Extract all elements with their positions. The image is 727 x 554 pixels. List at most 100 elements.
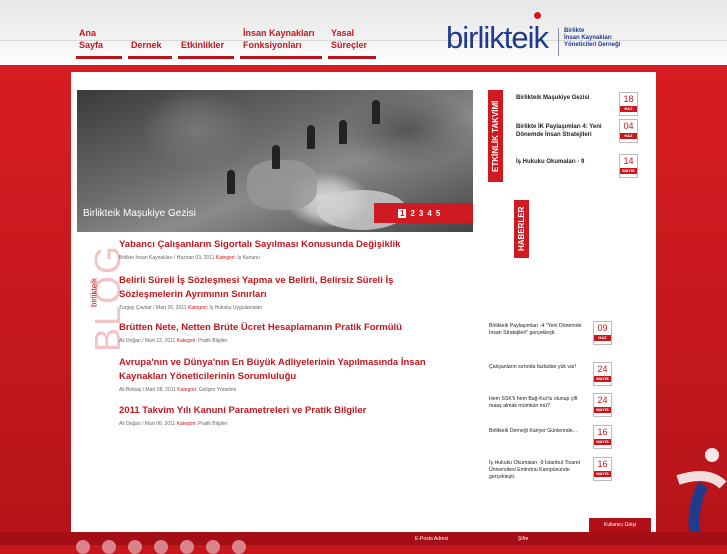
post-title[interactable]: Yabancı Çalışanların Sigortalı Sayılması… (119, 238, 459, 252)
news-month: HAZ (594, 335, 611, 341)
hero-photo-person (339, 120, 347, 144)
news-day: 16 (597, 427, 608, 437)
news-item[interactable]: Birlikteik Derneği Kariyer Günlerinde... (489, 428, 589, 435)
events-calendar-tab[interactable]: ETKİNLİK TAKVİMİ (488, 90, 503, 182)
social-icon[interactable] (154, 540, 168, 554)
news-date: 09 HAZ (593, 321, 612, 345)
event-day: 04 (623, 121, 634, 131)
social-icon[interactable] (76, 540, 90, 554)
hero-page-5[interactable]: 5 (436, 209, 440, 218)
blog-post: Belirli Süreli İş Sözleşmesi Yapma ve Be… (119, 274, 459, 311)
post-title[interactable]: Brütten Nete, Netten Brüte Ücret Hesapla… (119, 321, 459, 335)
nav-item-legal[interactable]: Yasal Süreçler (328, 27, 376, 59)
post-category-label: Kategori: (215, 255, 236, 261)
news-day: 24 (597, 395, 608, 405)
nav-item-association[interactable]: Dernek (128, 27, 172, 59)
logo-subtitle: Birlikte İnsan Kaynakları Yöneticileri D… (564, 28, 621, 48)
event-day: 14 (623, 156, 634, 166)
news-item[interactable]: İş Hukuku Okumaları -9 İstanbul Ticaret … (489, 460, 589, 481)
news-month: MAYIS (594, 376, 611, 382)
news-month: MAYIS (594, 439, 611, 445)
news-item[interactable]: Hem SSK'lı hem Bağ-Kur'lu olunup çift ma… (489, 396, 589, 410)
news-item[interactable]: Çalışanların sırtında fazladan yük var! (489, 364, 589, 371)
hero-pager: 1 2 3 4 5 (374, 203, 473, 223)
news-month: MAYIS (594, 471, 611, 477)
news-date: 24 MAYIS (593, 362, 612, 386)
event-month: MAYIS (620, 168, 637, 174)
news-tab[interactable]: HABERLER (514, 200, 529, 258)
blog-post: Avrupa'nın ve Dünya'nın En Büyük Adliyel… (119, 356, 459, 393)
post-title[interactable]: Belirli Süreli İş Sözleşmesi Yapma ve Be… (119, 274, 459, 302)
post-category[interactable]: İş Hukuku Uygulamaları (209, 305, 262, 311)
social-icon[interactable] (232, 540, 246, 554)
news-date: 16 MAYIS (593, 457, 612, 481)
event-title[interactable]: Birlikte İK Paylaşımları 4: Yeni Dönemde… (516, 123, 612, 139)
hero-photo-detail (247, 160, 317, 210)
blog-post: Brütten Nete, Netten Brüte Ücret Hesapla… (119, 321, 459, 344)
news-day: 09 (597, 323, 608, 333)
post-category-label: Kategori: (176, 421, 197, 427)
post-author-date: Turgay Çavdar / Mart 26, 2011 (119, 305, 187, 311)
site-logo[interactable]: birlikteik Birlikte İnsan Kaynakları Yön… (446, 12, 626, 56)
nav-label: Yasal Süreçler (331, 28, 368, 50)
event-date: 04 HAZ (619, 119, 638, 143)
footer: E-Posta Adresi Şifre (0, 532, 727, 554)
post-author-date: Ali Doğan / Mart 23, 2011 (119, 338, 176, 344)
blog-label: BLOG birlikteik (78, 244, 128, 354)
blog-post: 2011 Takvim Yılı Kanuni Parametreleri ve… (119, 404, 459, 427)
post-meta: Turgay Çavdar / Mart 26, 2011 Kategori: … (119, 305, 459, 311)
logo-dot-icon (534, 12, 541, 19)
post-meta: Birlikte İnsan Kaynakları / Haziran 03, … (119, 255, 459, 261)
social-icon[interactable] (180, 540, 194, 554)
hero-page-4[interactable]: 4 (427, 209, 431, 218)
post-author-date: Ali Bektaş / Mart 08, 2011 (119, 387, 176, 393)
hero-page-1[interactable]: 1 (398, 208, 407, 218)
password-field-label[interactable]: Şifre (518, 536, 528, 542)
nav-label: Ana Sayfa (79, 28, 104, 50)
social-icon[interactable] (128, 540, 142, 554)
email-field-label[interactable]: E-Posta Adresi (415, 536, 448, 542)
news-day: 16 (597, 459, 608, 469)
social-icon[interactable] (206, 540, 220, 554)
social-icons (76, 540, 258, 554)
logo-figure-icon (676, 448, 727, 545)
event-date: 18 HAZ (619, 92, 638, 116)
social-icon[interactable] (102, 540, 116, 554)
blog-label-small: birlikteik (89, 278, 99, 307)
event-date: 14 MAYIS (619, 154, 638, 178)
hero-page-2[interactable]: 2 (410, 209, 414, 218)
main-nav: Ana Sayfa Dernek Etkinlikler İnsan Kayna… (76, 27, 382, 59)
hero-caption: Birlikteik Maşukiye Gezisi (83, 208, 196, 219)
post-meta: Ali Doğan / Mart 06, 2011 Kategori: Prat… (119, 421, 459, 427)
post-title[interactable]: Avrupa'nın ve Dünya'nın En Büyük Adliyel… (119, 356, 459, 384)
post-category-label: Kategori: (187, 305, 208, 311)
event-month: HAZ (620, 133, 637, 139)
news-item[interactable]: Birlikteik Paylaşımları -4 "Yeni Dönemde… (489, 323, 589, 337)
post-title[interactable]: 2011 Takvim Yılı Kanuni Parametreleri ve… (119, 404, 459, 418)
hero-page-3[interactable]: 3 (419, 209, 423, 218)
hero-photo-person (307, 125, 315, 149)
event-title[interactable]: Birlikteik Maşukiye Gezisi (516, 94, 612, 102)
post-category[interactable]: Pratik Bilgiler (198, 421, 227, 427)
post-category-label: Kategori: (176, 338, 197, 344)
post-category[interactable]: Pratik Bilgiler (198, 338, 227, 344)
post-category[interactable]: İş Kanunu (237, 255, 260, 261)
logo-divider (558, 28, 559, 56)
logo-wordmark: birlikteik (446, 20, 549, 55)
nav-item-home[interactable]: Ana Sayfa (76, 27, 122, 59)
nav-item-hr-functions[interactable]: İnsan Kaynakları Fonksiyonları (240, 27, 322, 59)
post-category[interactable]: Gelişim Yönetimi (199, 387, 236, 393)
news-date: 16 MAYIS (593, 425, 612, 449)
user-login-button[interactable]: Kullanıcı Girişi (589, 518, 651, 532)
post-category-label: Kategori: (177, 387, 198, 393)
nav-item-events[interactable]: Etkinlikler (178, 27, 234, 59)
top-header: Ana Sayfa Dernek Etkinlikler İnsan Kayna… (0, 0, 727, 65)
event-month: HAZ (620, 106, 637, 112)
news-day: 24 (597, 364, 608, 374)
post-author-date: Ali Doğan / Mart 06, 2011 (119, 421, 176, 427)
post-author-date: Birlikte İnsan Kaynakları / Haziran 03, … (119, 255, 215, 261)
event-title[interactable]: İş Hukuku Okumaları - 9 (516, 158, 612, 166)
nav-label: İnsan Kaynakları Fonksiyonları (243, 28, 315, 50)
news-month: MAYIS (594, 407, 611, 413)
hero-photo-person (272, 145, 280, 169)
